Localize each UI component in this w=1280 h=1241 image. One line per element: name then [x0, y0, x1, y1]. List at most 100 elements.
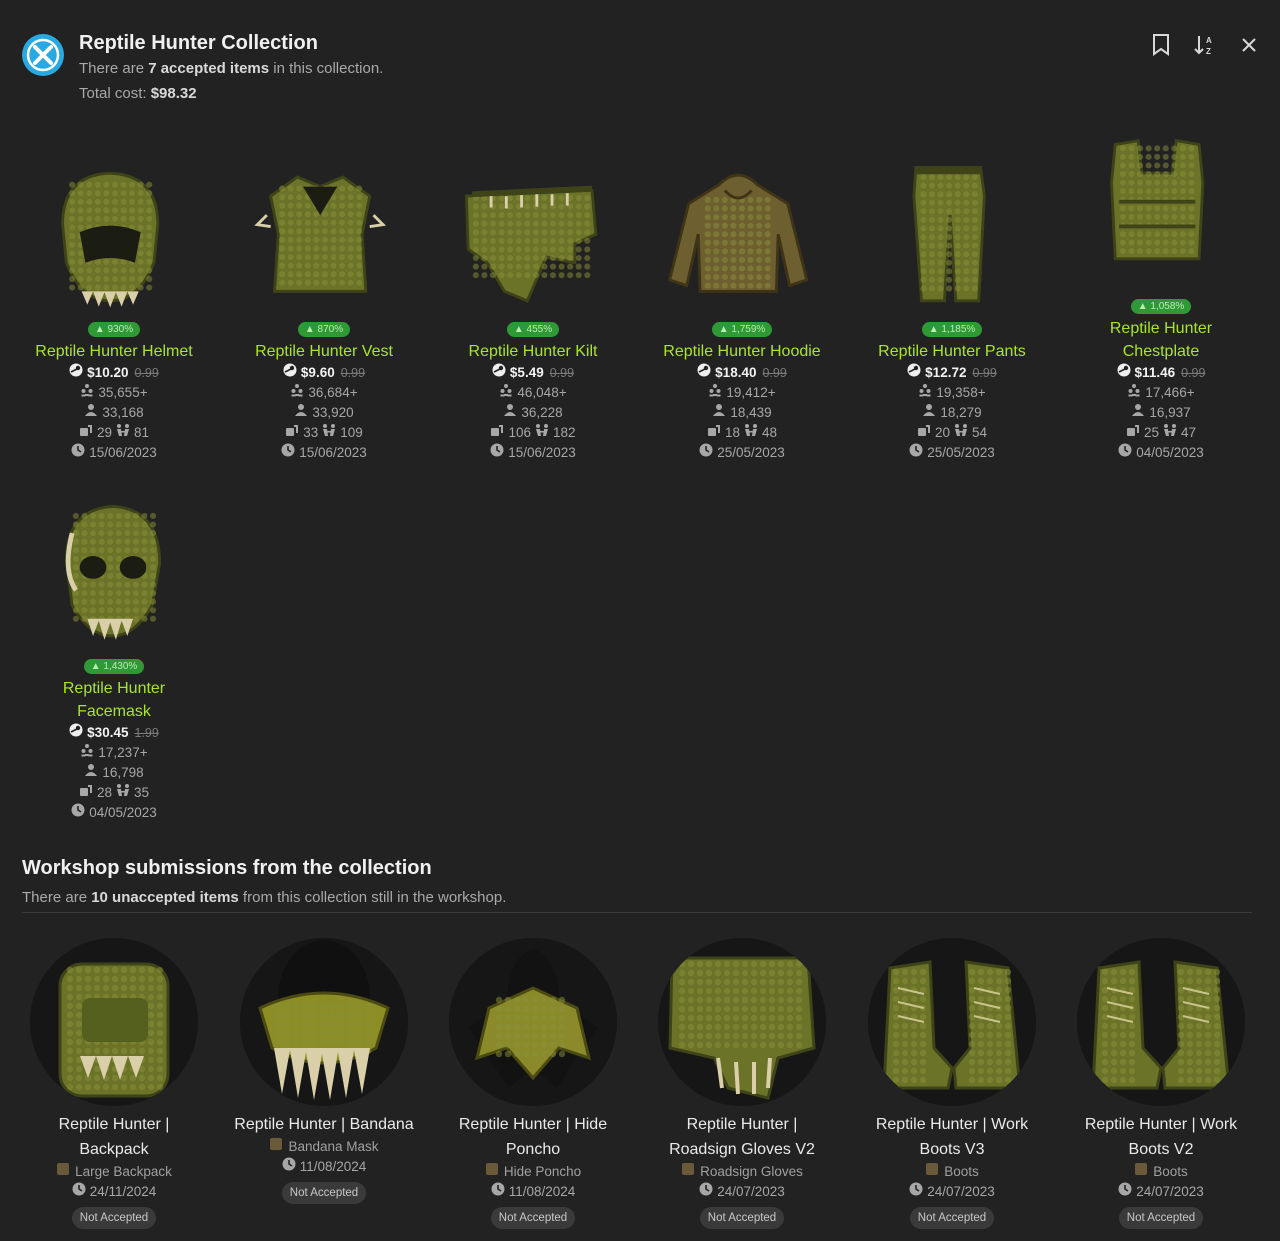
- date-row: 15/06/2023: [14, 443, 214, 463]
- release-date: 15/06/2023: [299, 445, 367, 460]
- item-image: [872, 158, 1032, 318]
- workshop-item-name[interactable]: Reptile Hunter | Roadsign Gloves V2: [642, 1112, 842, 1162]
- date-row: 24/07/2023: [642, 1182, 842, 1202]
- status-badge: Not Accepted: [490, 1207, 576, 1229]
- price-change-badge: ▲ 1,759%: [711, 322, 773, 337]
- price-change-badge: ▲ 930%: [87, 322, 141, 337]
- submission-date: 24/11/2024: [89, 1184, 157, 1199]
- release-date: 15/06/2023: [508, 445, 576, 460]
- original-price: 0.99: [134, 366, 159, 380]
- status-badge: Not Accepted: [71, 1207, 157, 1229]
- workshop-item[interactable]: Reptile Hunter | Roadsign Gloves V2 Road…: [642, 938, 842, 1229]
- trade-icon: [917, 423, 931, 443]
- workshop-item[interactable]: Reptile Hunter | Bandana Bandana Mask 11…: [224, 938, 424, 1204]
- users-count: 33,168: [102, 405, 144, 420]
- workshop-item-image: [658, 938, 826, 1106]
- workshop-item[interactable]: Reptile Hunter | Work Boots V3 Boots 24/…: [852, 938, 1052, 1229]
- trade-icon: [79, 423, 93, 443]
- clock-icon: [491, 1182, 505, 1202]
- users-row: 16,798: [14, 763, 214, 783]
- workshop-item-name[interactable]: Reptile Hunter | Work Boots V2: [1061, 1112, 1261, 1162]
- item-name-link[interactable]: Reptile Hunter Facemask: [14, 677, 214, 723]
- subscribers-icon: [918, 383, 932, 403]
- sort-button[interactable]: AZ: [1192, 32, 1218, 58]
- bookmark-button[interactable]: [1148, 32, 1174, 58]
- trades-row: 28 35: [14, 783, 214, 803]
- subscribers-row: 19,358+: [852, 383, 1052, 403]
- date-row: 25/05/2023: [642, 443, 842, 463]
- workshop-item[interactable]: Reptile Hunter | Backpack Large Backpack…: [14, 938, 214, 1229]
- date-row: 04/05/2023: [1061, 443, 1261, 463]
- collection-item[interactable]: ▲ 1,185% Reptile Hunter Pants $12.72 0.99…: [852, 158, 1052, 463]
- trade-icon: [707, 423, 721, 443]
- item-image: [34, 158, 194, 318]
- users-row: 33,920: [224, 403, 424, 423]
- collection-item[interactable]: ▲ 1,058% Reptile Hunter Chestplate $11.4…: [1061, 135, 1261, 463]
- status-badge: Not Accepted: [281, 1182, 367, 1204]
- subscribers-row: 46,048+: [433, 383, 633, 403]
- date-row: 24/07/2023: [1061, 1182, 1261, 1202]
- users-count: 33,920: [312, 405, 354, 420]
- steam-icon: [69, 363, 83, 383]
- workshop-item-name[interactable]: Reptile Hunter | Work Boots V3: [852, 1112, 1052, 1162]
- trades-count-1: 20: [934, 425, 950, 440]
- submission-date: 24/07/2023: [927, 1184, 995, 1199]
- clock-icon: [909, 1182, 923, 1202]
- item-name-link[interactable]: Reptile Hunter Hoodie: [642, 340, 842, 363]
- subscribers-icon: [499, 383, 513, 403]
- price-change-badge: ▲ 1,185%: [921, 322, 983, 337]
- trade-people-icon: [116, 423, 130, 443]
- user-icon: [712, 403, 726, 423]
- price-row: $30.45 1.99: [14, 723, 214, 743]
- bookmark-icon: [1153, 34, 1169, 56]
- users-count: 16,798: [102, 765, 144, 780]
- item-type-row: Roadsign Gloves: [642, 1162, 842, 1182]
- trade-icon: [79, 783, 93, 803]
- item-type-row: Boots: [1061, 1162, 1261, 1182]
- collection-item[interactable]: ▲ 930% Reptile Hunter Helmet $10.20 0.99 …: [14, 158, 214, 463]
- clock-icon: [72, 1182, 86, 1202]
- date-row: 24/07/2023: [852, 1182, 1052, 1202]
- workshop-item-image: [1077, 938, 1245, 1106]
- subscribers-row: 35,655+: [14, 383, 214, 403]
- item-type-row: Boots: [852, 1162, 1052, 1182]
- item-type-icon: [681, 1162, 695, 1182]
- subscribers-row: 36,684+: [224, 383, 424, 403]
- workshop-item[interactable]: Reptile Hunter | Hide Poncho Hide Poncho…: [433, 938, 633, 1229]
- users-row: 16,937: [1061, 403, 1261, 423]
- collection-item[interactable]: ▲ 1,430% Reptile Hunter Facemask $30.45 1…: [14, 495, 214, 823]
- current-price: $9.60: [300, 365, 335, 380]
- clock-icon: [909, 443, 923, 463]
- price-change-badge: ▲ 870%: [297, 322, 351, 337]
- item-type-icon: [56, 1162, 70, 1182]
- current-price: $10.20: [87, 365, 129, 380]
- item-name-link[interactable]: Reptile Hunter Pants: [852, 340, 1052, 363]
- workshop-item[interactable]: Reptile Hunter | Work Boots V2 Boots 24/…: [1061, 938, 1261, 1229]
- price-change-badge: ▲ 455%: [506, 322, 560, 337]
- item-name-link[interactable]: Reptile Hunter Chestplate: [1061, 317, 1261, 363]
- clock-icon: [1118, 443, 1132, 463]
- price-change-badge: ▲ 1,430%: [83, 659, 145, 674]
- collection-item[interactable]: ▲ 870% Reptile Hunter Vest $9.60 0.99 36,…: [224, 158, 424, 463]
- svg-text:A: A: [1206, 36, 1212, 45]
- clock-icon: [1118, 1182, 1132, 1202]
- user-icon: [84, 763, 98, 783]
- trades-count-1: 25: [1143, 425, 1159, 440]
- close-button[interactable]: [1236, 32, 1262, 58]
- trades-count-2: 47: [1181, 425, 1197, 440]
- collection-item[interactable]: ▲ 1,759% Reptile Hunter Hoodie $18.40 0.9…: [642, 158, 842, 463]
- collection-item[interactable]: ▲ 455% Reptile Hunter Kilt $5.49 0.99 46,…: [433, 158, 633, 463]
- original-price: 0.99: [1181, 366, 1206, 380]
- trades-row: 29 81: [14, 423, 214, 443]
- subscribers-count: 17,466+: [1145, 385, 1195, 400]
- date-row: 15/06/2023: [224, 443, 424, 463]
- workshop-item-name[interactable]: Reptile Hunter | Bandana: [224, 1112, 424, 1137]
- subscribers-icon: [290, 383, 304, 403]
- workshop-item-name[interactable]: Reptile Hunter | Hide Poncho: [433, 1112, 633, 1162]
- workshop-item-name[interactable]: Reptile Hunter | Backpack: [14, 1112, 214, 1162]
- item-name-link[interactable]: Reptile Hunter Helmet: [14, 340, 214, 363]
- item-name-link[interactable]: Reptile Hunter Kilt: [433, 340, 633, 363]
- trade-people-icon: [954, 423, 968, 443]
- trade-people-icon: [535, 423, 549, 443]
- item-name-link[interactable]: Reptile Hunter Vest: [224, 340, 424, 363]
